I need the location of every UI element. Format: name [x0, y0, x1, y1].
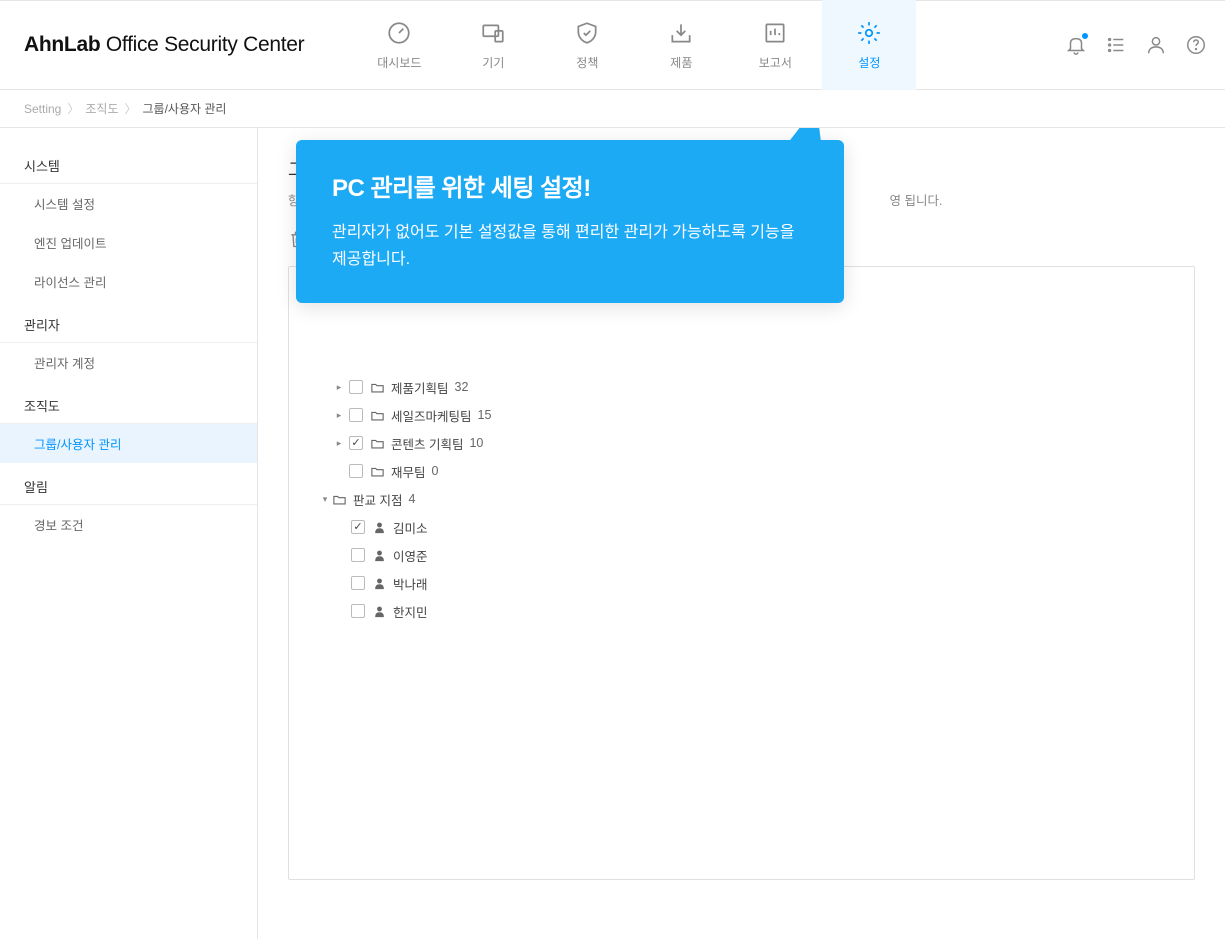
list-icon [1105, 34, 1127, 56]
chevron-right-icon: 〉 [125, 100, 137, 117]
folder-icon [331, 491, 347, 507]
nav-label: 제품 [670, 54, 692, 71]
folder-icon [369, 379, 385, 395]
sidebar-item-admin-account[interactable]: 관리자 계정 [0, 343, 257, 382]
tree-user-node[interactable]: 한지민 [307, 597, 1176, 625]
tree-label: 재무팀 [391, 462, 426, 481]
caret-right-icon[interactable]: ▸ [333, 438, 345, 449]
folder-icon [369, 463, 385, 479]
chart-icon [762, 20, 788, 46]
sidebar-item-system-settings[interactable]: 시스템 설정 [0, 184, 257, 223]
tree-panel: ▾ ▸ 제품기획팀 32 ▸ 세일즈마케팅팀 15 ▸ 콘텐츠 기획팀 [288, 266, 1195, 880]
nav-device[interactable]: 기기 [446, 0, 540, 90]
nav-dashboard[interactable]: 대시보드 [352, 0, 446, 90]
nav-label: 대시보드 [377, 54, 421, 71]
profile-button[interactable] [1145, 34, 1167, 56]
header-actions [1065, 34, 1207, 56]
tree-checkbox[interactable] [351, 604, 365, 618]
sidebar-item-alert-condition[interactable]: 경보 조건 [0, 505, 257, 544]
header: AhnLab Office Security Center 대시보드 기기 정책… [0, 0, 1225, 90]
tree-folder-node[interactable]: ▸ 제품기획팀 32 [307, 373, 1176, 401]
person-icon [371, 519, 387, 535]
sidebar-item-group-user[interactable]: 그룹/사용자 관리 [0, 424, 257, 463]
tree-user-node[interactable]: 이영준 [307, 541, 1176, 569]
nav-label: 설정 [858, 54, 880, 71]
gear-icon [856, 20, 882, 46]
tree-label: 김미소 [393, 518, 428, 537]
main-nav: 대시보드 기기 정책 제품 보고서 설정 [352, 0, 916, 90]
tree-label: 세일즈마케팅팀 [391, 406, 472, 425]
gauge-icon [386, 20, 412, 46]
breadcrumb: Setting 〉 조직도 〉 그룹/사용자 관리 [0, 90, 1225, 128]
sidebar-head-alert: 알림 [0, 469, 257, 505]
sidebar-head-admin: 관리자 [0, 307, 257, 343]
help-icon [1185, 34, 1207, 56]
tree-label: 박나래 [393, 574, 428, 593]
content-area: 시스템 시스템 설정 엔진 업데이트 라이선스 관리 관리자 관리자 계정 조직… [0, 128, 1225, 939]
app-logo: AhnLab Office Security Center [24, 33, 304, 57]
tooltip-arrow-icon [786, 128, 835, 146]
tree-branch-node[interactable]: ▾ 판교 지점 4 [307, 485, 1176, 513]
person-icon [371, 575, 387, 591]
tree-label: 판교 지점 [353, 490, 402, 509]
tree-label: 제품기획팀 [391, 378, 449, 397]
nav-report[interactable]: 보고서 [728, 0, 822, 90]
tree-checkbox[interactable] [349, 380, 363, 394]
tree-folder-node[interactable]: ▸ 콘텐츠 기획팀 10 [307, 429, 1176, 457]
tree-checkbox[interactable] [351, 576, 365, 590]
tree-folder-node[interactable]: 재무팀 0 [307, 457, 1176, 485]
nav-label: 기기 [482, 54, 504, 71]
tree-label: 이영준 [393, 546, 428, 565]
notification-dot-icon [1081, 32, 1089, 40]
caret-right-icon[interactable]: ▸ [333, 382, 345, 393]
folder-icon [369, 435, 385, 451]
tree-count: 15 [478, 408, 492, 422]
shield-icon [574, 20, 600, 46]
nav-label: 보고서 [759, 54, 792, 71]
tree-folder-node[interactable]: ▸ 세일즈마케팅팀 15 [307, 401, 1176, 429]
monitor-icon [480, 20, 506, 46]
tree-checkbox[interactable] [349, 464, 363, 478]
tree-checkbox[interactable] [351, 520, 365, 534]
tree-count: 32 [455, 380, 469, 394]
breadcrumb-item[interactable]: 조직도 [85, 100, 118, 117]
main-panel: 그룹/ 항목을 영 됩니다. ▾ ▸ 제품기획팀 32 ▸ [258, 128, 1225, 939]
tree-count: 0 [432, 464, 439, 478]
nav-settings[interactable]: 설정 [822, 0, 916, 90]
download-icon [668, 20, 694, 46]
user-icon [1145, 34, 1167, 56]
person-icon [371, 603, 387, 619]
nav-label: 정책 [576, 54, 598, 71]
nav-policy[interactable]: 정책 [540, 0, 634, 90]
list-button[interactable] [1105, 34, 1127, 56]
breadcrumb-item[interactable]: Setting [24, 102, 61, 116]
sidebar-item-license[interactable]: 라이선스 관리 [0, 262, 257, 301]
tree-label: 콘텐츠 기획팀 [391, 434, 463, 453]
help-button[interactable] [1185, 34, 1207, 56]
chevron-right-icon: 〉 [67, 100, 79, 117]
nav-product[interactable]: 제품 [634, 0, 728, 90]
sidebar-item-engine-update[interactable]: 엔진 업데이트 [0, 223, 257, 262]
tree-user-node[interactable]: 김미소 [307, 513, 1176, 541]
sidebar-head-system: 시스템 [0, 148, 257, 184]
tree-label: 한지민 [393, 602, 428, 621]
tree-count: 4 [408, 492, 415, 506]
tooltip-title: PC 관리를 위한 세팅 설정! [332, 168, 808, 203]
person-icon [371, 547, 387, 563]
notifications-button[interactable] [1065, 34, 1087, 56]
breadcrumb-current: 그룹/사용자 관리 [143, 100, 227, 117]
folder-icon [369, 407, 385, 423]
sidebar: 시스템 시스템 설정 엔진 업데이트 라이선스 관리 관리자 관리자 계정 조직… [0, 128, 258, 939]
tree-checkbox[interactable] [349, 436, 363, 450]
tree-count: 10 [469, 436, 483, 450]
onboarding-tooltip: PC 관리를 위한 세팅 설정! 관리자가 없어도 기본 설정값을 통해 편리한… [296, 140, 844, 303]
caret-down-icon[interactable]: ▾ [319, 494, 331, 505]
tree-checkbox[interactable] [351, 548, 365, 562]
tree-checkbox[interactable] [349, 408, 363, 422]
caret-right-icon[interactable]: ▸ [333, 410, 345, 421]
tree-user-node[interactable]: 박나래 [307, 569, 1176, 597]
sidebar-head-org: 조직도 [0, 388, 257, 424]
tooltip-body: 관리자가 없어도 기본 설정값을 통해 편리한 관리가 가능하도록 기능을 제공… [332, 219, 808, 273]
